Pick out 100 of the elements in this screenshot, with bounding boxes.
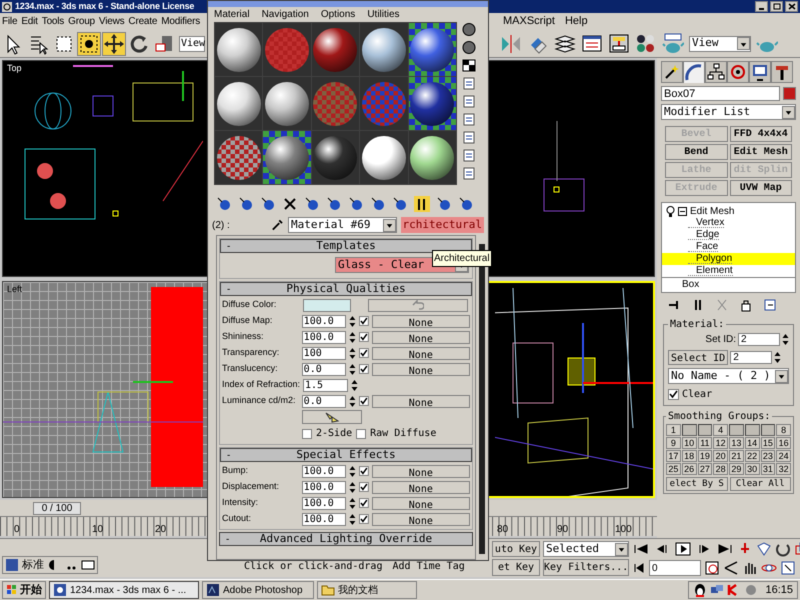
taskbar-button[interactable]: 我的文档 [317, 581, 417, 599]
panel-tab[interactable] [661, 61, 683, 83]
teapot-icon[interactable] [662, 32, 684, 54]
map-button[interactable]: None [372, 464, 470, 478]
selection-dropdown[interactable]: Selected [543, 541, 629, 557]
number-field[interactable]: 100 [302, 346, 346, 360]
smoothing-group-button[interactable]: 13 [729, 437, 744, 449]
smoothing-group-button[interactable]: 20 [713, 450, 728, 462]
move-icon[interactable] [103, 32, 125, 54]
checkbox[interactable] [358, 498, 369, 508]
checkbox[interactable] [358, 396, 369, 406]
menu-item[interactable]: Options [320, 7, 356, 22]
map-button[interactable]: None [372, 330, 470, 344]
auto-key-button[interactable]: uto Key [492, 541, 540, 557]
smoothing-group-button[interactable]: 23 [760, 450, 776, 462]
number-field[interactable]: 1.5 [303, 378, 348, 392]
key-mode-icon[interactable] [632, 560, 646, 574]
viewport-label[interactable]: Top [7, 62, 22, 76]
play-icon[interactable] [674, 542, 692, 556]
map-button[interactable]: None [372, 346, 470, 360]
menu-item[interactable]: Help [564, 13, 588, 30]
rollout-header[interactable]: - Physical Qualities [220, 282, 472, 296]
minus-box-icon[interactable] [678, 206, 687, 216]
spinner-arrows-icon[interactable] [348, 330, 356, 344]
panel-tab[interactable] [683, 61, 705, 83]
map-button[interactable]: None [372, 394, 470, 408]
sample-sphere-icon[interactable] [461, 22, 477, 37]
map-button[interactable]: None [372, 496, 470, 510]
spinner-arrows-icon[interactable] [348, 362, 356, 376]
smoothing-group-button[interactable]: 4 [713, 424, 728, 436]
smoothing-group-button[interactable] [698, 424, 712, 436]
spinner-arrows-icon[interactable] [348, 512, 356, 526]
spinner-arrows-icon[interactable] [348, 480, 356, 494]
start-button[interactable]: 开始 [2, 581, 46, 599]
material-type-button[interactable]: rchitectural [400, 217, 484, 233]
checkbox[interactable] [358, 332, 369, 342]
checkbox[interactable] [302, 428, 312, 438]
lock-icon[interactable] [739, 298, 753, 312]
smoothing-group-button[interactable]: 11 [698, 437, 712, 449]
panel-tab[interactable] [749, 61, 771, 83]
undo-color-button[interactable] [368, 298, 468, 312]
collapse-toggle[interactable]: - [227, 238, 247, 254]
smoothing-group-button[interactable]: 1 [666, 424, 681, 436]
checkbox[interactable] [358, 482, 369, 492]
color-swatch[interactable] [303, 298, 351, 312]
material-name-dropdown[interactable]: Material #69 [288, 217, 397, 233]
smoothing-group-button[interactable]: 25 [666, 463, 681, 475]
spinner-arrows-icon[interactable] [782, 333, 789, 346]
modifier-button[interactable]: Bend [665, 144, 728, 160]
modifier-list-dropdown[interactable]: Modifier List [661, 104, 796, 120]
smoothing-group-button[interactable]: 28 [713, 463, 728, 475]
number-field[interactable]: 100.0 [302, 464, 346, 478]
panel-tab[interactable] [727, 61, 749, 83]
menu-item[interactable]: Utilities [367, 7, 400, 22]
smoothing-group-button[interactable] [760, 424, 776, 436]
material-spheres-icon[interactable] [635, 32, 657, 54]
lamp-button[interactable] [302, 410, 362, 424]
smoothing-group-button[interactable]: 26 [682, 463, 696, 475]
taskbar-button[interactable]: 1234.max - 3ds max 6 - ... [49, 581, 199, 599]
checkbox[interactable] [358, 364, 369, 374]
menu-item[interactable]: MAXScript [503, 13, 555, 30]
maximize-icon[interactable] [780, 560, 796, 576]
window-crossing-icon[interactable] [78, 32, 100, 54]
mirror-icon[interactable] [500, 32, 522, 54]
collapse-toggle[interactable]: - [227, 282, 247, 296]
checkbox[interactable] [668, 389, 679, 400]
checkbox[interactable] [358, 514, 369, 524]
number-field[interactable]: 100.0 [302, 480, 346, 494]
checkbox[interactable] [358, 466, 369, 476]
smoothing-group-button[interactable] [682, 424, 696, 436]
smoothing-group-button[interactable]: 31 [760, 463, 776, 475]
number-field[interactable]: 0.0 [302, 362, 346, 376]
number-field[interactable]: 100.0 [302, 512, 346, 526]
smoothing-group-button[interactable] [729, 424, 744, 436]
smoothing-group-button[interactable]: 12 [713, 437, 728, 449]
stack-item[interactable]: Polygon [662, 253, 795, 265]
schematic-icon[interactable] [608, 32, 630, 54]
stack-item[interactable]: Edit Mesh [690, 204, 734, 218]
checkbox[interactable] [356, 428, 366, 438]
smoothing-group-button[interactable]: 8 [776, 424, 791, 436]
smoothing-group-button[interactable]: 27 [698, 463, 712, 475]
rollout-header[interactable]: - Special Effects [220, 448, 472, 462]
spinner-arrows-icon[interactable] [348, 464, 356, 478]
smoothing-group-button[interactable]: 21 [729, 450, 744, 462]
go-end-icon[interactable] [716, 542, 734, 556]
layers-icon[interactable] [554, 32, 576, 54]
select-by-button[interactable]: elect By S [666, 477, 728, 491]
track-view-icon[interactable] [581, 32, 603, 54]
light-bulb-icon[interactable] [666, 206, 675, 216]
number-field[interactable]: 0.0 [302, 394, 346, 408]
menu-item[interactable]: Tools [42, 14, 64, 29]
close-icon[interactable] [788, 3, 796, 10]
checkbox[interactable] [358, 348, 369, 358]
checkbox[interactable] [358, 316, 369, 326]
spinner-arrows-icon[interactable] [348, 496, 356, 510]
material-name-dropdown[interactable]: No Name - ( 2 ) [668, 368, 789, 384]
penguin-icon[interactable] [693, 583, 708, 597]
panel-tab[interactable] [771, 61, 793, 83]
smoothing-group-button[interactable] [744, 424, 760, 436]
spinner-arrows-icon[interactable] [348, 346, 356, 360]
